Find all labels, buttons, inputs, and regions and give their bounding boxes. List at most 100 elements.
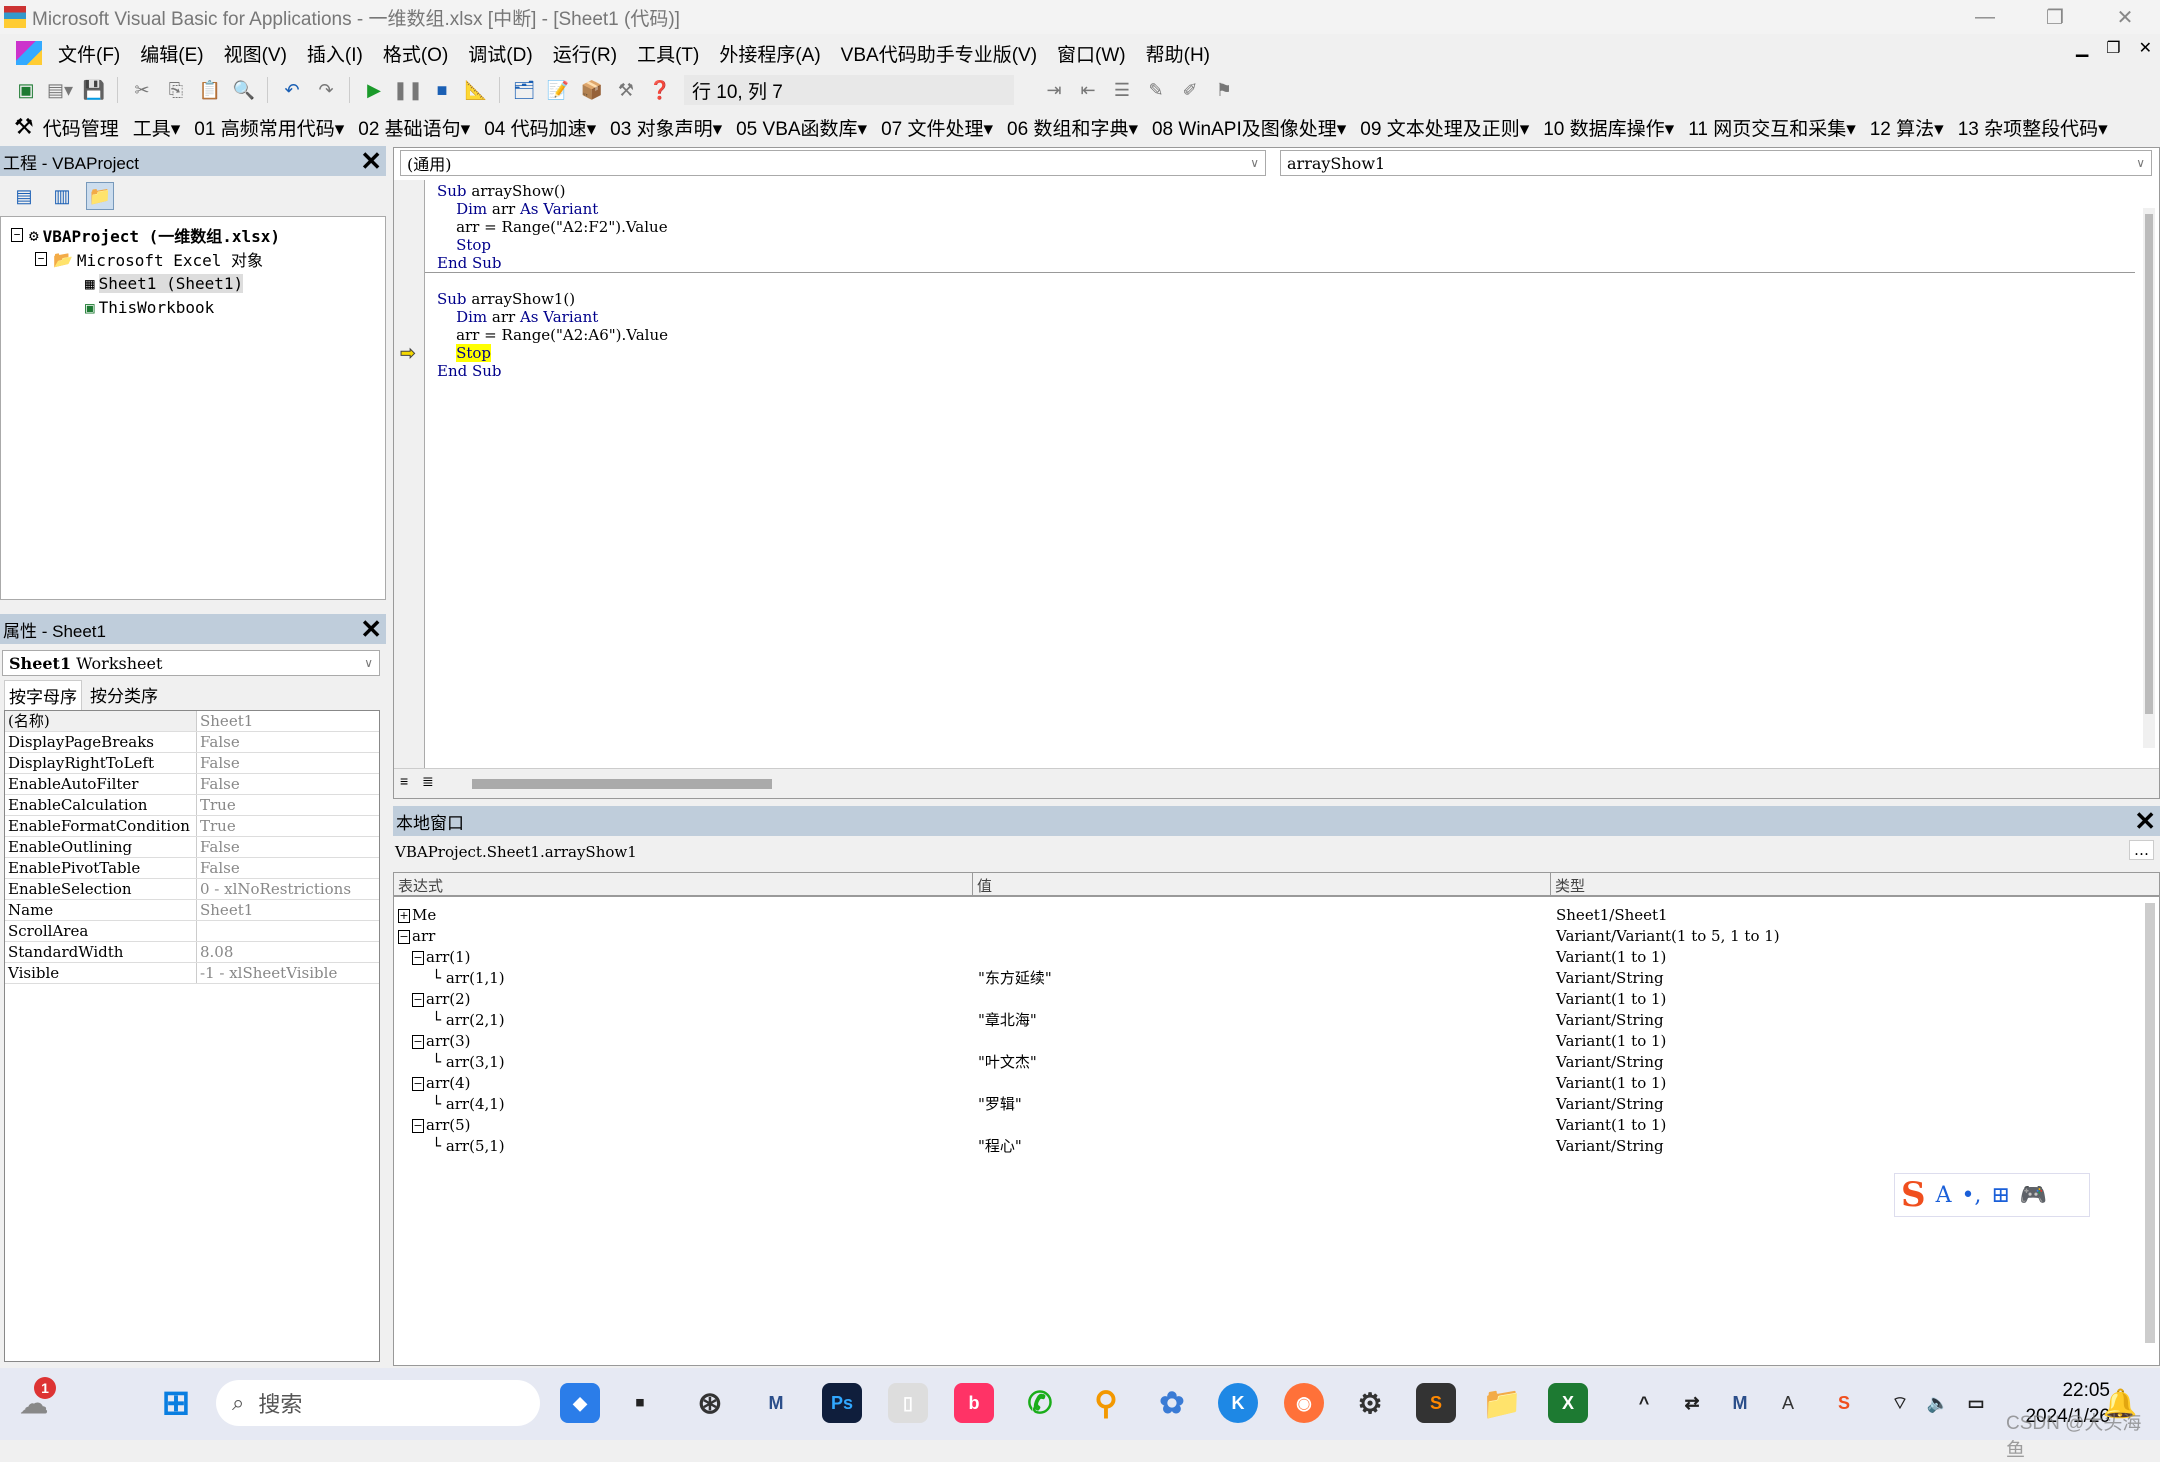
addin-menu-item[interactable]: 02 基础语句▾ [351,114,477,141]
addin-menu-item[interactable]: 06 数组和字典▾ [1000,114,1145,141]
tray-font-icon[interactable]: A [1768,1383,1808,1423]
menu-item[interactable]: 工具(T) [627,40,709,67]
menu-item[interactable]: 外接程序(A) [709,40,830,67]
addin-menu-item[interactable]: 05 VBA函数库▾ [729,114,874,141]
search-app-icon[interactable]: ⚲ [1086,1383,1126,1423]
outdent-icon[interactable]: ⇤ [1074,76,1102,104]
code-editor[interactable]: Sub arrayShow() Dim arr As Variant arr =… [437,182,2127,380]
column-header-value[interactable]: 值 [972,873,992,897]
photoshop-icon[interactable]: Ps [822,1383,862,1423]
code-line[interactable]: Stop [437,236,2127,254]
horizontal-scrollbar[interactable]: ≡ ≣ [394,768,2159,798]
locals-row[interactable]: − arr(2) Variant(1 to 1) [398,989,2138,1010]
menu-item[interactable]: 窗口(W) [1047,40,1136,67]
addin-menu-item[interactable]: 01 高频常用代码▾ [187,114,351,141]
locals-value[interactable]: "章北海" [978,1010,1037,1031]
collapse-icon[interactable]: − [412,1035,424,1049]
property-value[interactable]: True [197,795,379,815]
property-row[interactable]: Name Sheet1 [5,900,379,921]
property-row[interactable]: StandardWidth 8.08 [5,942,379,963]
property-row[interactable]: DisplayRightToLeft False [5,753,379,774]
collapse-icon[interactable]: − [398,930,410,944]
property-row[interactable]: DisplayPageBreaks False [5,732,379,753]
excel-icon[interactable]: X [1548,1383,1588,1423]
run-icon[interactable]: ▶ [360,76,388,104]
paste-icon[interactable]: 📋 [196,76,224,104]
uncomment-block-icon[interactable]: ✐ [1176,76,1204,104]
insert-module-icon[interactable]: ▤▾ [46,76,74,104]
tray-mindmap-icon[interactable]: M [1720,1383,1760,1423]
copy-icon[interactable]: ⎘ [162,76,190,104]
property-value[interactable]: False [197,753,379,773]
code-line[interactable]: Stop [437,344,2127,362]
design-mode-icon[interactable]: 📐 [462,76,490,104]
locals-row[interactable]: − arr Variant/Variant(1 to 5, 1 to 1) [398,926,2138,947]
locals-value[interactable]: "程心" [978,1136,1022,1157]
menu-item[interactable]: 格式(O) [373,40,458,67]
property-row[interactable]: (名称) Sheet1 [5,711,379,732]
mdi-restore-button[interactable]: ❐ [2106,38,2120,58]
menu-item[interactable]: 编辑(E) [130,40,213,67]
vba-taskbar-icon[interactable]: ⚙ [1350,1383,1390,1423]
expand-icon[interactable]: + [398,909,410,923]
locals-row[interactable]: └ arr(5,1) "程心" Variant/String [398,1136,2138,1157]
redo-icon[interactable]: ↷ [312,76,340,104]
minimize-button[interactable]: — [1950,0,2020,34]
code-line[interactable] [437,272,2127,290]
restore-button[interactable]: ❐ [2020,0,2090,34]
app-k-icon[interactable]: K [1218,1383,1258,1423]
locals-row[interactable]: − arr(5) Variant(1 to 1) [398,1115,2138,1136]
full-module-view-button[interactable]: ≣ [422,773,434,790]
battery-icon[interactable]: ▭ [1956,1383,1996,1423]
locals-row[interactable]: └ arr(4,1) "罗辑" Variant/String [398,1094,2138,1115]
tab-categorized[interactable]: 按分类序 [82,680,166,710]
locals-row[interactable]: − arr(1) Variant(1 to 1) [398,947,2138,968]
wechat-icon[interactable]: ✆ [1020,1383,1060,1423]
locals-value[interactable]: "罗辑" [978,1094,1022,1115]
menu-item[interactable]: 文件(F) [48,40,130,67]
close-button[interactable]: ✕ [2090,0,2160,34]
app-desktop-icon[interactable]: ▪ [620,1383,660,1423]
bookmark-icon[interactable]: ⚑ [1210,76,1238,104]
undo-icon[interactable]: ↶ [278,76,306,104]
comment-block-icon[interactable]: ✎ [1142,76,1170,104]
help-icon[interactable]: ❓ [646,76,674,104]
menu-item[interactable]: 帮助(H) [1136,40,1220,67]
ime-game-icon[interactable]: 🎮 [2020,1183,2047,1208]
margin-indicator-bar[interactable]: ➡ [394,180,425,770]
firefox-icon[interactable]: ◉ [1284,1383,1324,1423]
locals-row[interactable]: − arr(3) Variant(1 to 1) [398,1031,2138,1052]
show-hidden-icons-icon[interactable]: ^ [1624,1383,1664,1423]
procedure-view-button[interactable]: ≡ [400,773,408,789]
view-code-icon[interactable]: ▤ [10,182,38,210]
windows-start-icon[interactable]: ⊞ [156,1383,196,1423]
property-row[interactable]: EnableSelection 0 - xlNoRestrictions [5,879,379,900]
locals-scrollbar[interactable] [2145,903,2155,1343]
property-value[interactable]: True [197,816,379,836]
close-properties-button[interactable]: ✕ [360,616,382,642]
collapse-icon[interactable]: − [412,993,424,1007]
tree-node-sheet1[interactable]: ▦ Sheet1 (Sheet1) [11,271,385,295]
ime-keyboard-icon[interactable]: ⊞ [1991,1183,2009,1208]
taskbar-search[interactable]: ⌕ 搜索 [216,1380,540,1426]
tray-sogou-icon[interactable]: S [1824,1383,1864,1423]
addin-menu-item[interactable]: 代码管理 [36,114,126,141]
vba-menu-icon[interactable] [16,41,42,65]
property-row[interactable]: EnableFormatCondition True [5,816,379,837]
app-mindmap-icon[interactable]: M [756,1383,796,1423]
locals-row[interactable]: + Me Sheet1/Sheet1 [398,905,2138,926]
collapse-icon[interactable]: − [412,1119,424,1133]
collapse-icon[interactable]: − [412,951,424,965]
tray-settings-icon[interactable]: ⇄ [1672,1383,1712,1423]
property-value[interactable]: Sheet1 [197,900,379,920]
properties-window-icon[interactable]: 📝 [544,76,572,104]
file-explorer-icon[interactable]: 📁 [1482,1383,1522,1423]
app-book-icon[interactable]: ▯ [888,1383,928,1423]
collapse-icon[interactable]: − [412,1077,424,1091]
property-value[interactable] [197,921,379,941]
column-header-type[interactable]: 类型 [1550,873,1585,897]
project-explorer-icon[interactable]: 🗂 [510,76,538,104]
save-icon[interactable]: 💾 [80,76,108,104]
code-line[interactable]: arr = Range("A2:F2").Value [437,218,2127,236]
tab-alphabetic[interactable]: 按字母序 [4,680,82,710]
